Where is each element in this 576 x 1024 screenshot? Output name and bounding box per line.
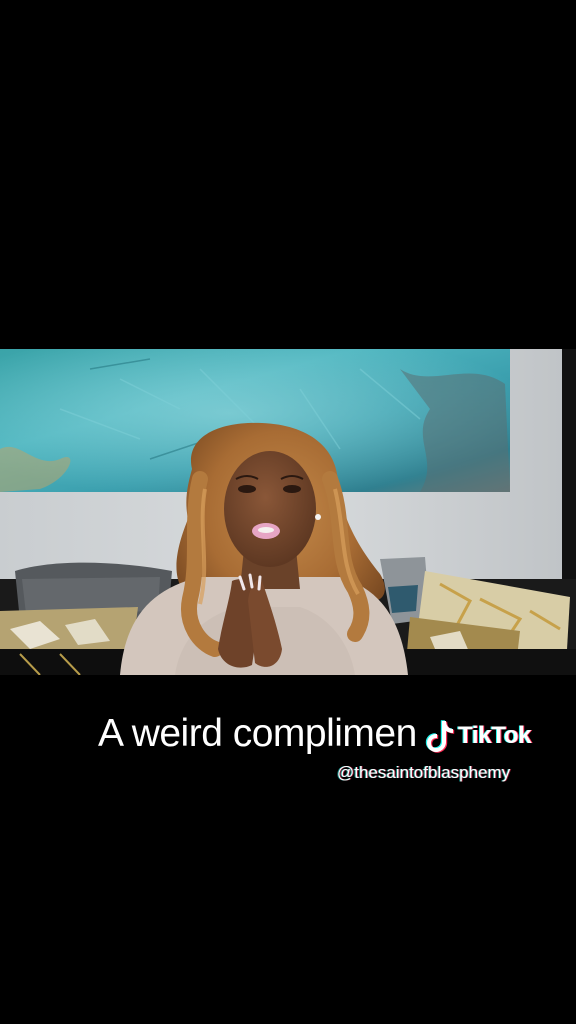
video-caption: A weird complimen [98,712,417,755]
tiktok-logo-icon [425,720,455,753]
tiktok-watermark: TikTok [425,716,532,756]
tiktok-video-screen: { "caption": { "text": "A weird complime… [0,0,576,1024]
video-frame[interactable] [0,349,576,675]
video-scene [0,349,576,675]
tiktok-brand-label: TikTok [458,722,532,749]
creator-handle[interactable]: @thesaintofblasphemy [337,763,510,783]
